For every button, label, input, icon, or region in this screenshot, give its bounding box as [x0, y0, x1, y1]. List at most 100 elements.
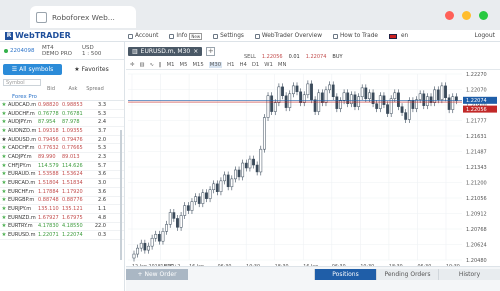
star-icon[interactable]: ★ — [0, 171, 8, 177]
add-chart-button[interactable]: + — [206, 47, 216, 56]
star-icon[interactable]: ★ — [0, 119, 8, 125]
candle-body — [291, 85, 295, 95]
symbol-search-input[interactable]: Symbol — [3, 78, 41, 86]
sell-price[interactable]: 1.22056 — [262, 54, 283, 60]
timeframe-m15[interactable]: M15 — [192, 62, 203, 68]
user-icon — [128, 33, 133, 39]
new-order-button[interactable]: + New Order — [126, 269, 188, 280]
y-tick-label: 1.20768 — [466, 227, 487, 233]
lot-size[interactable]: 0.01 — [289, 54, 300, 60]
close-dot[interactable] — [445, 11, 454, 20]
tab-all-symbols[interactable]: ☰ All symbols — [3, 64, 62, 75]
flag-icon — [388, 33, 397, 39]
category-header[interactable]: Forex Pro — [0, 94, 124, 101]
buy-price[interactable]: 1.22074 — [306, 54, 327, 60]
symbol-row[interactable]: ★ EURGBP.m 0.88748 0.88776 2.6 — [0, 197, 124, 206]
symbol-row[interactable]: ★ AUDCAD.m 0.98820 0.98853 3.3 — [0, 101, 124, 110]
menu-info-label: Info — [176, 33, 188, 39]
symbol-row[interactable]: ★ EURAUD.m 1.53588 1.53624 3.6 — [0, 171, 124, 180]
candle-body — [147, 245, 150, 251]
maximize-dot[interactable] — [479, 11, 488, 20]
symbol-row[interactable]: ★ CADCHF.m 0.77632 0.77665 5.3 — [0, 144, 124, 154]
star-icon[interactable]: ★ — [0, 137, 8, 143]
tab-positions[interactable]: Positions — [314, 269, 376, 280]
menu-how-to-trade[interactable]: How to Trade — [332, 33, 378, 39]
price-chart[interactable]: 1.222701.220701.219101.217771.216311.214… — [126, 70, 500, 278]
column-ask[interactable]: Ask — [62, 86, 84, 92]
symbol-row[interactable]: ★ EURCHF.m 1.17884 1.17920 3.6 — [0, 188, 124, 197]
star-icon[interactable]: ★ — [0, 128, 8, 134]
close-icon[interactable]: × — [193, 48, 198, 55]
star-icon[interactable]: ★ — [0, 197, 8, 203]
symbol-row[interactable]: ★ CHFJPY.m 114.579 114.626 5.7 — [0, 162, 124, 171]
timeframe-d1[interactable]: D1 — [252, 62, 259, 68]
info-icon — [169, 33, 175, 39]
timeframe-m30[interactable]: M30 — [208, 61, 223, 68]
menu-settings-label: Settings — [220, 33, 244, 39]
symbol-row[interactable]: ★ AUDUSD.m 0.79456 0.79476 2.0 — [0, 136, 124, 145]
menu-overview[interactable]: WebTrader Overview — [254, 33, 322, 39]
symbol-row[interactable]: ★ AUDJPY.m 87.954 87.978 2.4 — [0, 118, 124, 128]
candle-body — [284, 95, 288, 108]
scrollbar[interactable] — [120, 130, 122, 260]
tab-pending-orders[interactable]: Pending Orders — [376, 269, 438, 280]
symbol-bid: 1.53588 — [38, 171, 59, 178]
star-icon[interactable]: ★ — [0, 215, 8, 221]
symbol-row[interactable]: ★ EURNZD.m 1.67927 1.67975 4.8 — [0, 214, 124, 223]
star-icon[interactable]: ★ — [0, 145, 8, 151]
star-icon[interactable]: ★ — [0, 163, 8, 169]
bars-icon[interactable]: ‖ — [159, 62, 162, 68]
crosshair-icon[interactable]: ✛ — [130, 62, 134, 68]
symbol-spread: 3.7 — [98, 127, 106, 134]
menu-language[interactable]: en — [388, 33, 408, 39]
star-icon[interactable]: ★ — [0, 111, 8, 117]
timeframe-h4[interactable]: H4 — [239, 62, 246, 68]
symbol-ask: 1.17920 — [62, 188, 83, 195]
symbol-row[interactable]: ★ EURJPY.m 135.110 135.121 1.1 — [0, 205, 124, 214]
symbol-ask: 87.978 — [62, 119, 80, 126]
symbol-spread: 2.3 — [98, 153, 106, 160]
symbol-row[interactable]: ★ AUDNZD.m 1.09318 1.09355 3.7 — [0, 127, 124, 136]
sell-button[interactable]: SELL — [244, 54, 256, 60]
timeframe-m1[interactable]: M1 — [167, 62, 175, 68]
star-icon[interactable]: ★ — [0, 232, 8, 238]
column-spread[interactable]: Spread — [84, 86, 106, 92]
symbol-search: Symbol — [3, 78, 121, 86]
menu-info[interactable]: Info New — [169, 32, 203, 40]
account-info[interactable]: 2204098 MT4 DEMO PRO USD 1 : 500 — [0, 42, 124, 60]
minimize-dot[interactable] — [462, 11, 471, 20]
line-icon[interactable]: ∿ — [149, 62, 153, 68]
menu-account[interactable]: Account — [128, 33, 158, 39]
symbol-bid: 1.22071 — [38, 232, 59, 239]
symbol-row[interactable]: ★ EURUSD.m 1.22071 1.22074 0.3 — [0, 231, 124, 240]
timeframe-m5[interactable]: M5 — [180, 62, 188, 68]
timeframe-mn[interactable]: MN — [278, 62, 287, 68]
star-icon[interactable]: ★ — [0, 102, 8, 108]
tab-favorites[interactable]: ★ Favorites — [62, 64, 121, 75]
star-icon[interactable]: ★ — [0, 180, 8, 186]
star-icon[interactable]: ★ — [0, 206, 8, 212]
menu-settings[interactable]: Settings — [213, 33, 244, 39]
candle-body — [201, 192, 205, 204]
candles-icon[interactable]: ▥ — [139, 62, 144, 68]
buy-button[interactable]: BUY — [332, 54, 342, 60]
tab-history[interactable]: History — [438, 269, 500, 280]
gear-icon — [213, 33, 219, 39]
browser-tab[interactable]: Roboforex Web... — [30, 6, 136, 28]
star-icon[interactable]: ★ — [0, 154, 8, 160]
timeframe-w1[interactable]: W1 — [264, 62, 273, 68]
symbol-ask: 0.88776 — [62, 197, 83, 204]
logout-button[interactable]: Logout — [474, 32, 495, 39]
star-icon[interactable]: ★ — [0, 189, 8, 195]
symbol-ask: 0.79476 — [62, 136, 83, 143]
symbol-row[interactable]: ★ EURTRY.m 4.17830 4.18550 22.0 — [0, 223, 124, 232]
column-bid[interactable]: Bid — [40, 86, 62, 92]
candle-body — [154, 234, 158, 239]
timeframe-h1[interactable]: H1 — [227, 62, 234, 68]
symbol-row[interactable]: ★ CADJPY.m 89.990 89.013 2.3 — [0, 153, 124, 162]
chart-tab-eurusd[interactable]: ▥ EURUSD.m, M30 × — [128, 47, 203, 56]
symbol-row[interactable]: ★ EURCAD.m 1.51804 1.51834 3.0 — [0, 179, 124, 188]
candle-body — [364, 87, 368, 99]
symbol-row[interactable]: ★ AUDCHF.m 0.76778 0.76781 5.3 — [0, 110, 124, 119]
star-icon[interactable]: ★ — [0, 223, 8, 229]
